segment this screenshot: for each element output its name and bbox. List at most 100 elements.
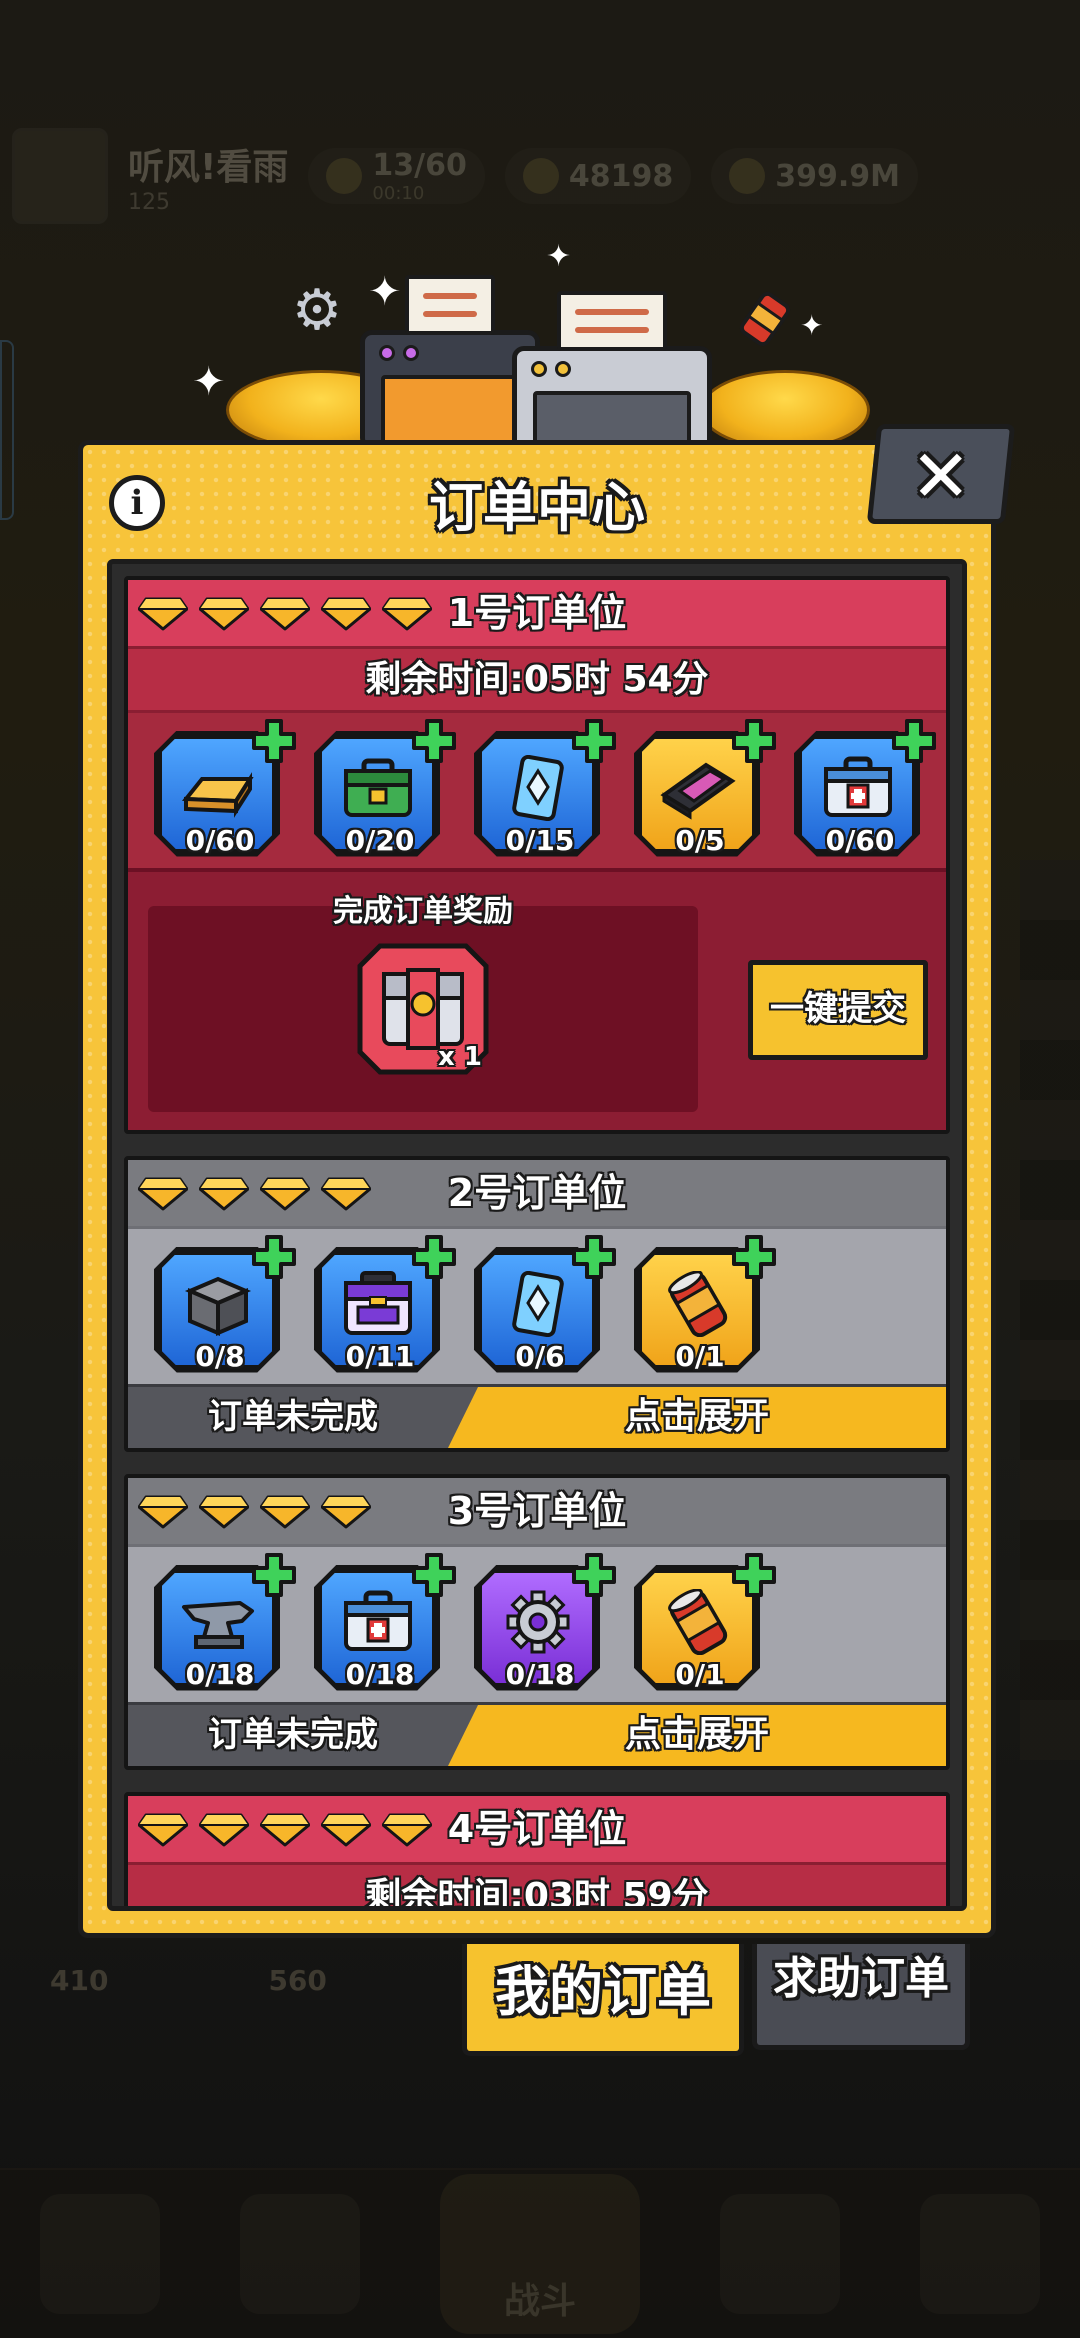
gear-icon [500, 1589, 576, 1655]
battery-pack-icon [660, 755, 736, 821]
item-count: 0/18 [185, 1657, 255, 1691]
add-plus-icon[interactable] [252, 1552, 296, 1597]
item-count: 0/5 [675, 823, 725, 857]
add-plus-icon[interactable] [572, 718, 616, 763]
order-header: 2号订单位 [128, 1160, 946, 1226]
order-items: 0/18 0/18 0/18 0/1 [128, 1544, 946, 1702]
add-plus-icon[interactable] [572, 1234, 616, 1279]
crystal-card-icon [500, 754, 576, 821]
item-count: 0/60 [825, 823, 895, 857]
close-icon: ✕ [910, 434, 971, 518]
submit-all-button[interactable]: 一键提交 [748, 960, 928, 1060]
player-avatar [12, 128, 108, 224]
green-toolbox-icon [340, 755, 416, 821]
printer-paper [405, 275, 495, 335]
order-slot-4: 4号订单位 剩余时间:03时 59分 [124, 1792, 950, 1906]
gem-resource-value: 48198 [568, 158, 674, 194]
anvil-icon [180, 1589, 256, 1655]
close-button[interactable]: ✕ [866, 424, 1016, 524]
item-count: 0/6 [515, 1339, 565, 1373]
sparkle-icon: ✦ [192, 359, 226, 405]
energy-resource: 13/60 00:10 [308, 148, 485, 204]
order-status-bar: 订单未完成 点击展开 [128, 1702, 946, 1766]
tab-help-orders[interactable]: 求助订单 [752, 1944, 970, 2050]
nav-battle: 战斗 [440, 2174, 640, 2334]
sparkle-icon: ✦ [368, 269, 402, 315]
order-slot-3: 3号订单位 0/18 0/18 0/18 0/1 订单未完成 点击展开 [124, 1474, 950, 1770]
background-right-column [1020, 860, 1080, 1760]
order-item-metal-block[interactable]: 0/8 [154, 1234, 296, 1373]
add-plus-icon[interactable] [252, 1234, 296, 1279]
canister-decoration-icon [739, 291, 791, 347]
order-item-medkit[interactable]: 0/60 [794, 718, 936, 857]
red-canister-icon [660, 1587, 736, 1655]
energy-value: 13/60 [372, 148, 467, 183]
add-plus-icon[interactable] [732, 718, 776, 763]
background-bottom-nav: 战斗 [0, 2168, 1080, 2338]
add-plus-icon[interactable] [732, 1234, 776, 1279]
order-center-panel: i 订单中心 1号订单位 剩余时间:05时 54分 0/60 0/20 0/15 0/… [78, 440, 996, 1938]
item-count: 0/60 [185, 823, 255, 857]
red-canister-icon [660, 1269, 736, 1337]
order-header: 1号订单位 [128, 580, 946, 646]
add-plus-icon[interactable] [892, 718, 936, 763]
order-item-purple-toolbox[interactable]: 0/11 [314, 1234, 456, 1373]
order-item-gear[interactable]: 0/18 [474, 1552, 616, 1691]
order-item-red-canister[interactable]: 0/1 [634, 1234, 776, 1373]
order-header: 3号订单位 [128, 1478, 946, 1544]
order-item-crystal-card[interactable]: 0/6 [474, 1234, 616, 1373]
crystal-card-icon [500, 1270, 576, 1337]
panel-title: 订单中心 [429, 476, 645, 539]
background-count-left: 410 [50, 1963, 109, 1997]
order-item-green-toolbox[interactable]: 0/20 [314, 718, 456, 857]
medkit-icon [340, 1589, 416, 1655]
order-title: 2号订单位 [447, 1171, 627, 1215]
gear-decoration-icon: ⚙ [291, 278, 343, 343]
order-item-gold-bar[interactable]: 0/60 [154, 718, 296, 857]
add-plus-icon[interactable] [572, 1552, 616, 1597]
item-count: 0/18 [505, 1657, 575, 1691]
coin-icon [729, 158, 766, 194]
add-plus-icon[interactable] [412, 718, 456, 763]
order-item-crystal-card[interactable]: 0/15 [474, 718, 616, 857]
nav-item [920, 2194, 1040, 2314]
add-plus-icon[interactable] [732, 1552, 776, 1597]
background-count-mid: 560 [268, 1963, 327, 1997]
order-slot-1: 1号订单位 剩余时间:05时 54分 0/60 0/20 0/15 0/5 0/60 完… [124, 576, 950, 1134]
printer-light [555, 361, 571, 377]
order-title: 4号订单位 [447, 1807, 627, 1851]
order-item-red-canister[interactable]: 0/1 [634, 1552, 776, 1691]
purple-toolbox-icon [340, 1270, 416, 1337]
add-plus-icon[interactable] [412, 1552, 456, 1597]
printer-light [531, 361, 547, 377]
order-title: 3号订单位 [447, 1489, 627, 1533]
reward-label: 完成订单奖励 [333, 894, 513, 929]
order-header: 4号订单位 [128, 1796, 946, 1862]
item-count: 0/1 [675, 1657, 725, 1691]
item-count: 0/8 [195, 1339, 245, 1373]
order-item-medkit[interactable]: 0/18 [314, 1552, 456, 1691]
medkit-icon [820, 755, 896, 821]
order-slot-2: 2号订单位 0/8 0/11 0/6 0/1 订单未完成 点击展开 [124, 1156, 950, 1452]
order-list[interactable]: 1号订单位 剩余时间:05时 54分 0/60 0/20 0/15 0/5 0/60 完… [107, 559, 967, 1911]
energy-icon [326, 158, 363, 194]
player-level: 125 [128, 189, 170, 215]
metal-block-icon [180, 1271, 256, 1337]
add-plus-icon[interactable] [252, 718, 296, 763]
item-count: 0/11 [345, 1339, 415, 1373]
order-title: 1号订单位 [447, 591, 627, 635]
order-items: 0/8 0/11 0/6 0/1 [128, 1226, 946, 1384]
order-item-anvil[interactable]: 0/18 [154, 1552, 296, 1691]
item-count: 0/15 [505, 823, 575, 857]
add-plus-icon[interactable] [412, 1234, 456, 1279]
order-item-battery-pack[interactable]: 0/5 [634, 718, 776, 857]
player-info: 听风!看雨 125 [128, 138, 288, 215]
tab-my-orders[interactable]: 我的订单 [462, 1944, 744, 2056]
printer-paper [557, 291, 667, 351]
sparkle-icon: ✦ [546, 239, 572, 274]
player-name: 听风!看雨 [128, 146, 289, 188]
expand-button[interactable]: 点击展开 [448, 1705, 946, 1766]
order-timer: 剩余时间:03时 59分 [128, 1862, 946, 1906]
reward-section: 完成订单奖励 x 1 一键提交 [128, 868, 946, 1130]
expand-button[interactable]: 点击展开 [448, 1387, 946, 1448]
